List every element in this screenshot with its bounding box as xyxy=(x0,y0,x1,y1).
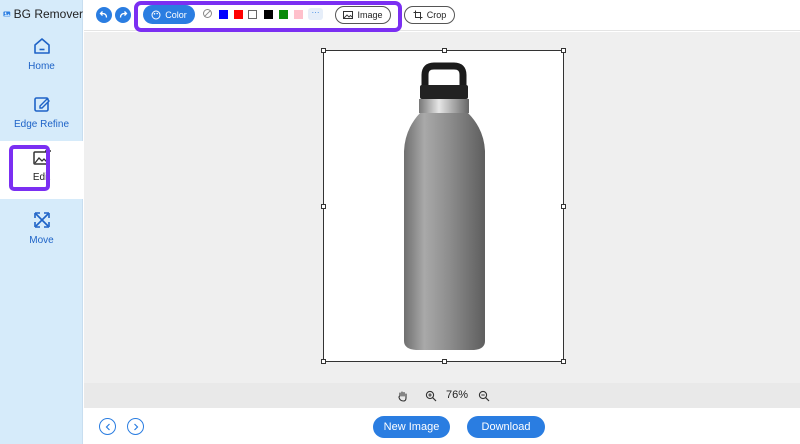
zoom-in-icon[interactable] xyxy=(425,390,437,402)
sidebar-item-edge-refine[interactable]: Edge Refine xyxy=(0,88,83,146)
no-color-swatch[interactable] xyxy=(203,9,212,18)
image-edit-icon xyxy=(32,148,51,165)
sidebar-item-label: Edit xyxy=(32,172,51,183)
move-arrows-icon xyxy=(33,212,50,228)
hand-pan-icon[interactable] xyxy=(397,390,409,402)
new-image-button[interactable]: New Image xyxy=(373,416,450,438)
zoom-bar: 76% xyxy=(84,383,800,408)
chevron-left-icon xyxy=(105,423,110,430)
logo-icon xyxy=(3,11,11,17)
resize-handle-bottom[interactable] xyxy=(442,359,447,364)
image-button[interactable]: Image xyxy=(335,6,391,24)
resize-handle-right[interactable] xyxy=(561,204,566,209)
sidebar-item-label: Home xyxy=(28,61,55,72)
sidebar-item-edit[interactable]: Edit xyxy=(0,141,83,199)
canvas-area[interactable] xyxy=(84,32,800,383)
resize-handle-top-left[interactable] xyxy=(321,48,326,53)
app-title: BG Remover xyxy=(13,7,83,21)
resize-handle-top-right[interactable] xyxy=(561,48,566,53)
swatch-red[interactable] xyxy=(234,10,243,19)
home-icon xyxy=(33,38,50,54)
swatch-pink[interactable] xyxy=(294,10,303,19)
zoom-level: 76% xyxy=(446,389,469,401)
swatch-blue[interactable] xyxy=(219,10,228,19)
swatch-black[interactable] xyxy=(264,10,273,19)
resize-handle-bottom-left[interactable] xyxy=(321,359,326,364)
next-button[interactable] xyxy=(127,418,144,435)
color-button-label: Color xyxy=(165,9,187,20)
image-button-label: Image xyxy=(357,10,383,20)
crop-button[interactable]: Crop xyxy=(404,6,455,24)
resize-handle-top[interactable] xyxy=(442,48,447,53)
bottle-image xyxy=(404,62,485,350)
previous-button[interactable] xyxy=(99,418,116,435)
sidebar-item-label: Edge Refine xyxy=(13,119,70,130)
color-button[interactable]: Color xyxy=(143,5,195,24)
palette-icon xyxy=(151,10,161,19)
edit-square-icon xyxy=(33,97,50,112)
app-window: BG Remover Home Edge Refine Edit Move Co… xyxy=(0,0,800,444)
redo-icon xyxy=(119,11,128,18)
resize-handle-left[interactable] xyxy=(321,204,326,209)
image-icon xyxy=(343,11,354,19)
image-preview[interactable] xyxy=(321,48,566,364)
sidebar-item-move[interactable]: Move xyxy=(0,204,83,262)
zoom-out-icon[interactable] xyxy=(478,390,490,402)
undo-button[interactable] xyxy=(96,7,112,23)
swatch-white[interactable] xyxy=(248,10,257,19)
bottom-bar: New Image Download xyxy=(84,408,800,444)
swatch-green[interactable] xyxy=(279,10,288,19)
resize-handle-bottom-right[interactable] xyxy=(561,359,566,364)
chevron-right-icon xyxy=(133,423,138,430)
redo-button[interactable] xyxy=(115,7,131,23)
sidebar: BG Remover Home Edge Refine Edit Move xyxy=(0,0,83,444)
more-colors-button[interactable]: ··· xyxy=(308,8,323,20)
download-button[interactable]: Download xyxy=(467,416,545,438)
app-logo: BG Remover xyxy=(0,0,83,28)
undo-icon xyxy=(99,11,108,18)
crop-button-label: Crop xyxy=(426,10,447,20)
sidebar-item-home[interactable]: Home xyxy=(0,30,83,88)
crop-icon xyxy=(413,10,423,20)
sidebar-item-label: Move xyxy=(29,235,54,246)
